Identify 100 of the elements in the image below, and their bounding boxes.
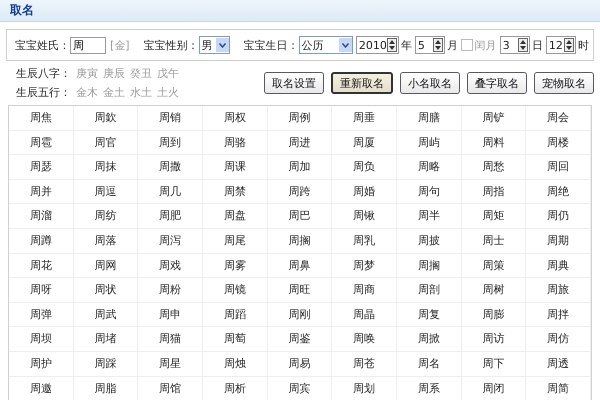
year-spinner[interactable]: 2010 <box>356 36 399 54</box>
name-cell[interactable]: 周猫 <box>138 327 203 352</box>
name-action-button[interactable]: 取名设置 <box>264 72 324 94</box>
name-action-button[interactable]: 重新取名 <box>331 72 393 94</box>
name-cell[interactable]: 周跨 <box>268 180 332 204</box>
name-cell[interactable]: 周雹 <box>9 130 74 156</box>
name-cell[interactable]: 周弹 <box>9 302 74 328</box>
name-cell[interactable]: 周析 <box>202 376 268 400</box>
name-cell[interactable]: 周馆 <box>138 376 203 400</box>
name-cell[interactable]: 周盘 <box>202 204 268 229</box>
name-cell[interactable]: 周状 <box>74 278 138 303</box>
name-cell[interactable]: 周尾 <box>202 228 268 254</box>
name-cell[interactable]: 周撒 <box>138 155 203 180</box>
surname-field[interactable]: 周 <box>70 36 106 54</box>
name-cell[interactable]: 周到 <box>138 130 203 156</box>
name-cell[interactable]: 周纺 <box>74 204 138 229</box>
name-cell[interactable]: 周垂 <box>332 106 397 131</box>
name-cell[interactable]: 周坝 <box>9 327 74 352</box>
name-cell[interactable]: 周镜 <box>202 278 268 303</box>
name-cell[interactable]: 周宾 <box>268 376 332 400</box>
name-cell[interactable]: 周逗 <box>74 180 138 204</box>
name-cell[interactable]: 周策 <box>462 254 526 278</box>
name-cell[interactable]: 周武 <box>74 302 138 328</box>
name-cell[interactable]: 周申 <box>138 302 203 328</box>
name-cell[interactable]: 周句 <box>396 180 462 204</box>
name-cell[interactable]: 周仍 <box>526 204 591 229</box>
name-cell[interactable]: 周粉 <box>138 278 203 303</box>
name-cell[interactable]: 周典 <box>526 254 591 278</box>
name-cell[interactable]: 周几 <box>138 180 203 204</box>
name-cell[interactable]: 周期 <box>526 228 591 254</box>
name-cell[interactable]: 周士 <box>462 228 526 254</box>
name-cell[interactable]: 周唤 <box>332 327 397 352</box>
name-cell[interactable]: 周易 <box>268 352 332 377</box>
name-cell[interactable]: 周欽 <box>74 106 138 131</box>
name-cell[interactable]: 周闭 <box>462 376 526 400</box>
name-cell[interactable]: 周访 <box>462 327 526 352</box>
name-cell[interactable]: 周课 <box>202 155 268 180</box>
name-cell[interactable]: 周搁 <box>396 254 462 278</box>
name-cell[interactable]: 周下 <box>462 352 526 377</box>
name-cell[interactable]: 周简 <box>526 376 591 400</box>
name-cell[interactable]: 周婚 <box>332 180 397 204</box>
name-cell[interactable]: 周进 <box>268 130 332 156</box>
name-cell[interactable]: 周呀 <box>9 278 74 303</box>
name-cell[interactable]: 周护 <box>9 352 74 377</box>
name-cell[interactable]: 周料 <box>462 130 526 156</box>
name-cell[interactable]: 周踩 <box>74 352 138 377</box>
name-cell[interactable]: 周名 <box>396 352 462 377</box>
name-cell[interactable]: 周搁 <box>268 228 332 254</box>
name-cell[interactable]: 周鉴 <box>268 327 332 352</box>
name-action-button[interactable]: 叠字取名 <box>467 72 527 94</box>
name-cell[interactable]: 周楼 <box>526 130 591 156</box>
day-spinner[interactable]: 3 <box>500 36 530 54</box>
name-cell[interactable]: 周愁 <box>462 155 526 180</box>
name-cell[interactable]: 周复 <box>396 302 462 328</box>
name-cell[interactable]: 周权 <box>202 106 268 131</box>
name-action-button[interactable]: 宠物取名 <box>534 72 594 94</box>
name-cell[interactable]: 周肥 <box>138 204 203 229</box>
name-cell[interactable]: 周瑟 <box>9 155 74 180</box>
name-cell[interactable]: 周蹲 <box>9 228 74 254</box>
name-cell[interactable]: 周旺 <box>268 278 332 303</box>
month-spinner[interactable]: 5 <box>414 36 446 54</box>
name-cell[interactable]: 周花 <box>9 254 74 278</box>
name-cell[interactable]: 周膨 <box>462 302 526 328</box>
name-cell[interactable]: 周商 <box>332 278 397 303</box>
name-cell[interactable]: 周泻 <box>138 228 203 254</box>
leap-month-checkbox[interactable] <box>461 39 473 51</box>
name-cell[interactable]: 周半 <box>396 204 462 229</box>
name-cell[interactable]: 周树 <box>462 278 526 303</box>
name-cell[interactable]: 周溜 <box>9 204 74 229</box>
name-cell[interactable]: 周例 <box>268 106 332 131</box>
name-cell[interactable]: 周略 <box>396 155 462 180</box>
name-cell[interactable]: 周会 <box>526 106 591 131</box>
name-cell[interactable]: 周乳 <box>332 228 397 254</box>
name-cell[interactable]: 周骆 <box>202 130 268 156</box>
hour-spinner[interactable]: 12 <box>546 36 576 54</box>
name-cell[interactable]: 周抹 <box>74 155 138 180</box>
name-cell[interactable]: 周披 <box>396 228 462 254</box>
name-cell[interactable]: 周绝 <box>526 180 591 204</box>
name-cell[interactable]: 周指 <box>462 180 526 204</box>
name-cell[interactable]: 周拌 <box>526 302 591 328</box>
name-cell[interactable]: 周矩 <box>462 204 526 229</box>
name-cell[interactable]: 周戏 <box>138 254 203 278</box>
calendar-select[interactable]: 公历 <box>298 36 353 54</box>
name-cell[interactable]: 周屿 <box>396 130 462 156</box>
name-cell[interactable]: 周负 <box>332 155 397 180</box>
name-cell[interactable]: 周邀 <box>9 376 74 400</box>
name-cell[interactable]: 周堵 <box>74 327 138 352</box>
name-cell[interactable]: 周星 <box>138 352 203 377</box>
name-cell[interactable]: 周掀 <box>396 327 462 352</box>
name-cell[interactable]: 周加 <box>268 155 332 180</box>
name-cell[interactable]: 周划 <box>332 376 397 400</box>
name-cell[interactable]: 周销 <box>138 106 203 131</box>
name-cell[interactable]: 周仿 <box>526 327 591 352</box>
name-cell[interactable]: 周脂 <box>74 376 138 400</box>
name-cell[interactable]: 周官 <box>74 130 138 156</box>
gender-select[interactable]: 男 <box>198 36 230 54</box>
name-cell[interactable]: 周透 <box>526 352 591 377</box>
name-cell[interactable]: 周蹈 <box>202 302 268 328</box>
name-cell[interactable]: 周晶 <box>332 302 397 328</box>
name-cell[interactable]: 周鼻 <box>268 254 332 278</box>
